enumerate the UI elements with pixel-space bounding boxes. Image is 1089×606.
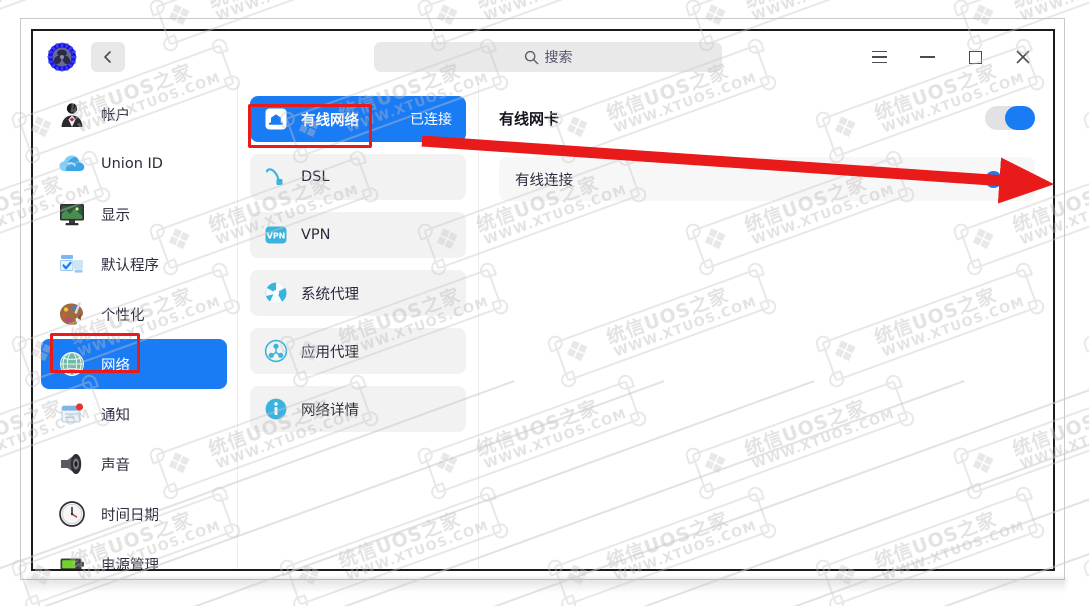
app-proxy-icon [264, 339, 288, 363]
list-item-system-proxy[interactable]: 系统代理 [250, 270, 466, 316]
list-item-label: 网络详情 [301, 402, 359, 419]
network-info-icon [264, 397, 288, 421]
list-item-dsl[interactable]: DSL [250, 154, 466, 200]
sidebar-item-label: 帐户 [101, 107, 130, 124]
network-icon [58, 350, 86, 378]
search-box[interactable]: 搜索 [374, 42, 722, 72]
search-icon [524, 50, 539, 65]
sidebar-item-label: 默认程序 [101, 257, 159, 274]
datetime-icon [58, 500, 86, 528]
list-item-network-info[interactable]: 网络详情 [250, 386, 466, 432]
sidebar-item-display[interactable]: 显示 [41, 189, 227, 239]
personalize-icon [58, 300, 86, 328]
check-circle-icon [985, 170, 1002, 188]
window-body: 帐户 Union ID 显示 默认程序 个性化 网络 通知 声音 时间日期 电源… [33, 83, 1053, 569]
sidebar-item-datetime[interactable]: 时间日期 [41, 489, 227, 539]
close-button[interactable] [999, 31, 1047, 83]
pane-header: 有线网卡 [499, 97, 1035, 139]
toggle-knob [1005, 106, 1035, 130]
frame-shadow [26, 578, 1066, 592]
sidebar-item-label: 通知 [101, 407, 130, 424]
list-item-wired-network[interactable]: 有线网络 已连接 [250, 96, 466, 142]
sidebar-item-default-apps[interactable]: 默认程序 [41, 239, 227, 289]
sidebar-item-union-id[interactable]: Union ID [41, 139, 227, 189]
control-center-window: 搜索 帐户 Union ID 显示 默认程序 个性化 网络 通知 声音 时间日期… [31, 29, 1055, 571]
connection-row-actions [985, 170, 1023, 188]
wired-adapter-pane: 有线网卡 有线连接 [478, 83, 1053, 569]
list-item-label: 系统代理 [301, 286, 359, 303]
sidebar-item-label: Union ID [101, 156, 163, 172]
sidebar-item-label: 声音 [101, 457, 130, 474]
display-icon [58, 200, 86, 228]
chevron-left-icon [104, 51, 111, 63]
sidebar-item-label: 时间日期 [101, 507, 159, 524]
svg-text:VPN: VPN [267, 231, 286, 240]
window-controls [855, 31, 1047, 83]
list-item-app-proxy[interactable]: 应用代理 [250, 328, 466, 374]
menu-button[interactable] [855, 31, 903, 83]
sidebar-item-power[interactable]: 电源管理 [41, 539, 227, 571]
notification-icon [58, 400, 86, 428]
sidebar-item-account[interactable]: 帐户 [41, 89, 227, 139]
list-item-label: VPN [301, 227, 331, 243]
titlebar: 搜索 [33, 31, 1053, 83]
sidebar-item-network[interactable]: 网络 [41, 339, 227, 389]
default-apps-icon [58, 250, 86, 278]
sidebar-item-sound[interactable]: 声音 [41, 439, 227, 489]
list-item-label: 有线网络 [301, 112, 359, 129]
sidebar-item-label: 显示 [101, 207, 130, 224]
chevron-right-icon[interactable] [1014, 170, 1023, 188]
wired-network-icon [264, 107, 288, 131]
vpn-icon: VPN [264, 223, 288, 247]
minimize-icon [919, 56, 935, 58]
page-title: 有线网卡 [499, 109, 560, 128]
wired-adapter-toggle[interactable] [985, 106, 1035, 130]
list-item-label: DSL [301, 169, 330, 185]
system-proxy-icon [264, 281, 288, 305]
sound-icon [58, 450, 86, 478]
uos-control-center-logo [47, 42, 77, 72]
cloud-icon [58, 150, 86, 178]
back-button[interactable] [91, 42, 125, 72]
sidebar-item-personalization[interactable]: 个性化 [41, 289, 227, 339]
sidebar-item-label: 个性化 [101, 307, 145, 324]
search-placeholder: 搜索 [544, 50, 573, 66]
maximize-icon [968, 50, 982, 64]
account-icon [58, 100, 86, 128]
list-item-label: 应用代理 [301, 344, 359, 361]
dsl-icon [264, 165, 288, 189]
maximize-button[interactable] [951, 31, 999, 83]
sidebar-item-label: 电源管理 [101, 557, 159, 571]
connection-row[interactable]: 有线连接 [499, 157, 1035, 201]
sidebar: 帐户 Union ID 显示 默认程序 个性化 网络 通知 声音 时间日期 电源… [33, 83, 238, 569]
network-category-list: 有线网络 已连接 DSL VPN VPN 系统代理 应用代理 网络详情 [238, 83, 478, 569]
connection-status-badge: 已连接 [410, 112, 452, 128]
power-icon [58, 550, 86, 569]
sidebar-item-notification[interactable]: 通知 [41, 389, 227, 439]
list-item-vpn[interactable]: VPN VPN [250, 212, 466, 258]
search-bar[interactable]: 搜索 [374, 42, 722, 72]
minimize-button[interactable] [903, 31, 951, 83]
connection-name: 有线连接 [515, 172, 573, 189]
close-icon [1016, 50, 1030, 64]
sidebar-item-label: 网络 [101, 357, 130, 374]
hamburger-icon [871, 50, 887, 64]
